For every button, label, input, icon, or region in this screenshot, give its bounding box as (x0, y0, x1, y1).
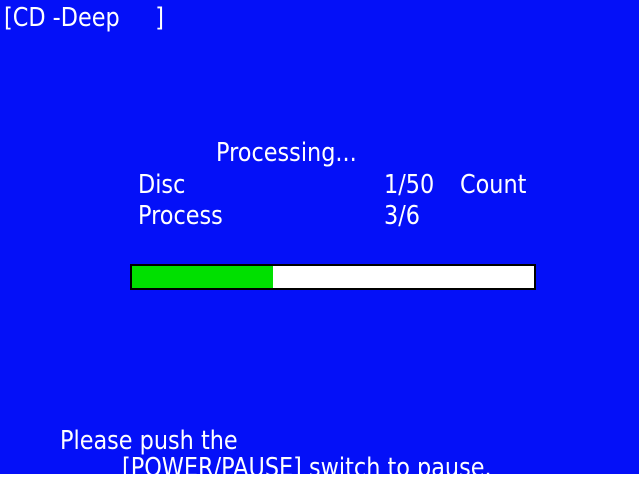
instruction-line-2: [POWER/PAUSE] switch to pause. (122, 453, 492, 474)
progress-bar-fill (132, 266, 273, 288)
process-label: Process (138, 201, 223, 231)
disc-count-value: 1/50 (384, 170, 435, 200)
instruction-line-1: Please push the (60, 426, 238, 456)
progress-bar (130, 264, 536, 290)
device-screen: [CD -Deep ] Processing... Disc 1/50 Coun… (0, 0, 639, 474)
process-step-value: 3/6 (384, 201, 420, 231)
mode-title: [CD -Deep ] (4, 3, 164, 33)
disc-count-unit: Count (460, 170, 527, 200)
disc-label: Disc (138, 170, 186, 200)
status-text: Processing... (216, 138, 357, 168)
